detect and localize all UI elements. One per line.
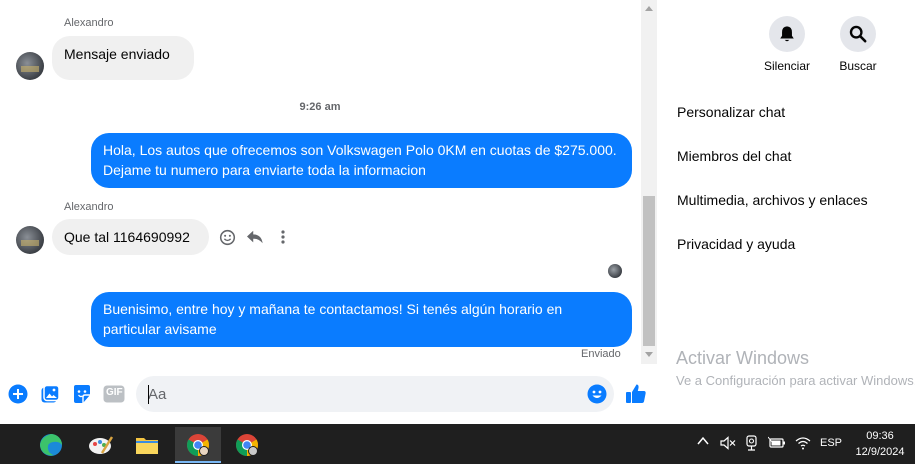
sender-name: Alexandro: [64, 201, 114, 213]
text-caret: [148, 385, 149, 404]
seen-indicator-avatar: [608, 264, 622, 278]
volume-muted-icon[interactable]: [720, 436, 736, 453]
message-timestamp: 9:26 am: [299, 101, 341, 113]
menu-item-media-files-links[interactable]: Multimedia, archivos y enlaces: [677, 192, 868, 208]
search-label: Buscar: [839, 59, 877, 73]
message-bubble-outgoing[interactable]: Hola, Los autos que ofrecemos son Volksw…: [91, 133, 632, 188]
scroll-down-icon[interactable]: [645, 352, 653, 357]
reply-icon[interactable]: [246, 228, 264, 246]
scroll-thumb[interactable]: [643, 196, 655, 346]
message-bubble-incoming[interactable]: Que tal 1164690992: [52, 219, 209, 255]
message-actions: [218, 228, 292, 246]
edge-icon[interactable]: [28, 427, 74, 463]
scroll-up-icon[interactable]: [645, 6, 653, 11]
sender-name: Alexandro: [64, 17, 114, 29]
like-icon[interactable]: [625, 383, 647, 405]
emoji-icon[interactable]: [586, 383, 608, 405]
file-explorer-icon[interactable]: [124, 427, 170, 463]
task-view-icon[interactable]: [0, 427, 8, 463]
message-text: Mensaje enviado: [64, 46, 170, 62]
activate-windows-title: Activar Windows: [676, 348, 810, 368]
message-text: Hola, Los autos que ofrecemos son Volksw…: [103, 142, 617, 178]
avatar[interactable]: [16, 226, 44, 254]
gif-icon[interactable]: GIF: [103, 383, 125, 405]
plus-icon[interactable]: [7, 383, 29, 405]
chat-info-panel: Silenciar Buscar Personalizar chat Miemb…: [658, 0, 915, 424]
message-text: Buenisimo, entre hoy y mañana te contact…: [103, 301, 563, 337]
menu-item-customize-chat[interactable]: Personalizar chat: [677, 104, 785, 120]
gif-label: GIF: [106, 387, 123, 398]
search-icon: [840, 16, 876, 52]
mute-label: Silenciar: [763, 59, 811, 73]
wifi-icon[interactable]: [795, 436, 811, 453]
messenger-window: Alexandro Mensaje enviado 9:26 am Hola, …: [0, 0, 915, 464]
message-input[interactable]: [136, 376, 614, 412]
windows-taskbar: ESP 09:36 12/9/2024: [0, 424, 915, 464]
react-emoji-icon[interactable]: [218, 228, 236, 246]
chat-pane: Alexandro Mensaje enviado 9:26 am Hola, …: [0, 0, 658, 424]
mute-button[interactable]: Silenciar: [747, 16, 827, 73]
paint-icon[interactable]: [78, 427, 124, 463]
language-indicator[interactable]: ESP: [820, 437, 842, 449]
chrome-profile-icon[interactable]: [224, 427, 270, 463]
avatar[interactable]: [16, 52, 44, 80]
message-bubble-incoming[interactable]: Mensaje enviado: [52, 36, 194, 80]
sent-status: Enviado: [581, 348, 621, 360]
message-bubble-outgoing[interactable]: Buenisimo, entre hoy y mañana te contact…: [91, 292, 632, 347]
chrome-icon[interactable]: [175, 427, 221, 463]
clock-date: 12/9/2024: [855, 446, 905, 458]
bell-icon: [769, 16, 805, 52]
activate-windows-subtitle: Ve a Configuración para activar Windows.: [676, 373, 915, 388]
clock-time: 09:36: [866, 430, 894, 442]
image-icon[interactable]: [39, 383, 61, 405]
sticker-icon[interactable]: [71, 383, 93, 405]
more-options-icon[interactable]: [274, 228, 292, 246]
message-composer: GIF: [0, 372, 658, 416]
taskbar-clock[interactable]: 09:36 12/9/2024: [850, 428, 910, 460]
chat-scrollbar[interactable]: [641, 0, 657, 364]
menu-item-privacy-support[interactable]: Privacidad y ayuda: [677, 236, 795, 252]
tray-chevron-up-icon[interactable]: [697, 435, 709, 449]
battery-charging-icon[interactable]: [767, 436, 786, 453]
meet-now-icon[interactable]: [745, 435, 759, 454]
menu-item-chat-members[interactable]: Miembros del chat: [677, 148, 791, 164]
search-button[interactable]: Buscar: [818, 16, 898, 73]
message-text: Que tal 1164690992: [64, 229, 190, 245]
